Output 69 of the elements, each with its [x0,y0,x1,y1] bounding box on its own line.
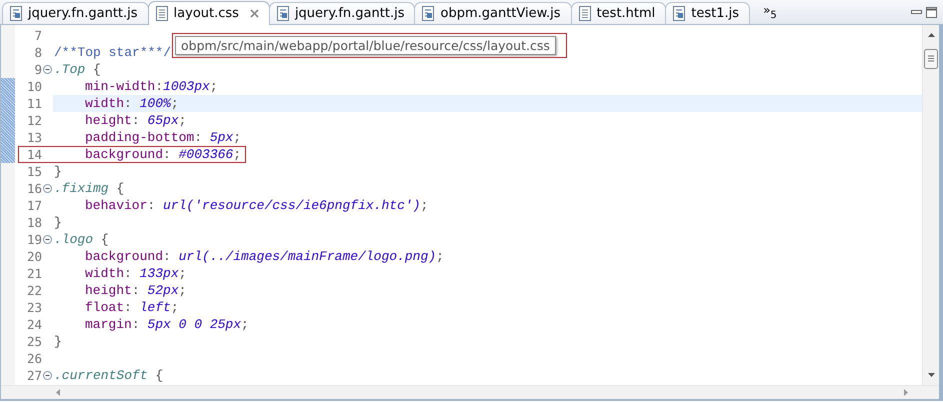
close-icon[interactable] [250,9,259,18]
code-line: } [53,214,62,231]
line-number: 10 [26,79,43,94]
code-line: background: #003366; [84,146,242,163]
line-number: 18 [26,215,43,230]
line-number: 25 [26,334,43,349]
collapse-icon[interactable] [43,371,52,380]
code-line: width: 133px; [84,265,186,282]
code-line: .logo { [53,231,109,248]
editor-tab[interactable]: layout.css [148,1,270,25]
code-line: .Top { [53,61,101,78]
code-line: behavior: url('resource/css/ie6pngfix.htc'); [84,197,428,214]
maximize-icon[interactable] [926,7,937,18]
code-line: width: 100%; [84,95,179,112]
code-line: margin: 5px 0 0 25px; [84,316,249,333]
collapse-icon[interactable] [43,235,52,244]
line-number: 26 [26,351,43,366]
editor-tab[interactable]: test1.js [665,2,750,24]
text-file-icon [578,6,592,21]
script-file-icon [9,6,23,21]
code-line: min-width:1003px; [84,78,218,95]
editor-tab[interactable]: obpm.ganttView.js [414,2,572,24]
hidden-tab-count: 5 [770,10,777,21]
code-line: } [53,163,62,180]
code-line: padding-bottom: 5px; [84,129,242,146]
editor-tab[interactable]: jquery.fn.gantt.js [268,2,416,24]
line-number: 7 [33,28,43,43]
line-number: 23 [26,300,43,315]
script-file-icon [421,6,436,21]
text-file-icon [154,6,169,21]
code-line: background: url(../images/mainFrame/logo.png); [84,248,444,265]
scroll-left-arrow-icon[interactable] [56,389,60,396]
line-number: 16 [26,181,43,196]
collapse-icon[interactable] [43,184,52,193]
line-number: 22 [26,283,43,298]
code-editor[interactable] [0,25,943,401]
line-number: 8 [33,45,43,60]
code-line: .fiximg { [53,180,124,197]
line-number: 17 [26,198,43,213]
editor-tab[interactable]: jquery.fn.gantt.js [2,2,149,24]
code-line: } [53,333,62,350]
code-line: height: 65px; [84,112,186,129]
scroll-thumb[interactable] [924,49,938,69]
line-number: 27 [26,368,43,383]
code-line: height: 52px; [84,282,186,299]
line-number: 20 [26,249,43,264]
line-number: 15 [26,164,43,179]
vertical-scrollbar[interactable] [922,25,939,385]
line-number: 13 [26,130,43,145]
line-number: 11 [26,96,43,111]
script-file-icon [276,6,290,21]
script-file-icon [672,6,686,21]
code-line: /**Top star***/ [53,44,172,61]
line-number: 12 [26,113,43,128]
file-path-tooltip: obpm/src/main/webapp/portal/blue/resource/css/layout.css [175,36,556,55]
editor-tab[interactable]: test.html [570,2,666,24]
code-line: .currentSoft { [53,367,164,384]
scroll-down-arrow-icon[interactable] [928,373,935,377]
line-number: 14 [26,147,43,162]
scroll-up-arrow-icon[interactable] [928,33,935,37]
line-number: 21 [26,266,43,281]
line-number: 24 [26,317,43,332]
collapse-icon[interactable] [43,65,52,74]
more-tabs-chevron[interactable]: » [763,4,770,16]
code-line: float: left; [84,299,179,316]
horizontal-scrollbar[interactable] [1,385,939,399]
line-number: 19 [26,232,43,247]
line-number: 9 [33,62,43,77]
scroll-right-arrow-icon[interactable] [904,389,908,396]
